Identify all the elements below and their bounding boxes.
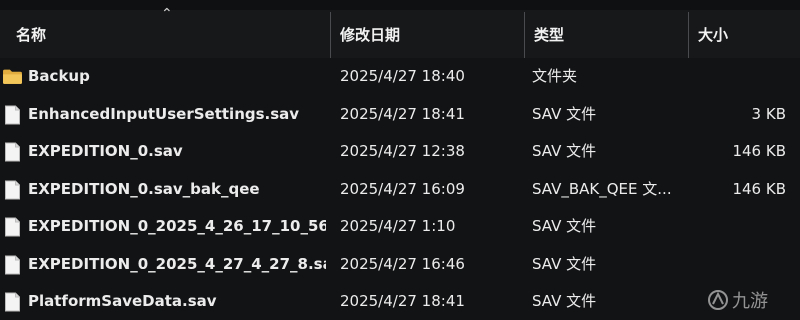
file-icon	[5, 255, 20, 274]
file-date: 2025/4/27 18:41	[340, 104, 465, 123]
file-name: EXPEDITION_0.sav_bak_qee	[28, 179, 260, 198]
file-row[interactable]: EXPEDITION_0_2025_4_27_4_27_8.sav 2025/4…	[0, 246, 800, 284]
file-size: 146 KB	[732, 179, 786, 198]
file-date: 2025/4/27 12:38	[340, 142, 465, 160]
file-type: SAV_BAK_QEE 文...	[532, 179, 672, 198]
file-row[interactable]: EXPEDITION_0.sav 2025/4/27 12:38 SAV 文件 …	[0, 133, 800, 171]
file-name: EXPEDITION_0_2025_4_27_4_27_8.sav	[28, 254, 326, 273]
file-type: SAV 文件	[532, 292, 597, 310]
file-name: EXPEDITION_0.sav	[28, 142, 183, 160]
file-row[interactable]: EXPEDITION_0_2025_4_26_17_10_56.s... 202…	[0, 208, 800, 246]
file-size	[690, 208, 786, 246]
file-size	[690, 58, 786, 96]
file-date: 2025/4/27 18:40	[340, 67, 465, 85]
file-name: PlatformSaveData.sav	[28, 292, 217, 310]
file-type: SAV 文件	[532, 217, 597, 235]
file-name: EnhancedInputUserSettings.sav	[28, 104, 300, 123]
folder-icon	[3, 69, 22, 84]
column-header-name[interactable]: 名称	[8, 20, 330, 50]
watermark-text: 九游	[732, 291, 768, 312]
column-divider[interactable]	[688, 12, 689, 58]
file-type: SAV 文件	[532, 142, 597, 160]
file-type: SAV 文件	[532, 104, 597, 123]
file-list: Backup 2025/4/27 18:40 文件夹 EnhancedInput…	[0, 58, 800, 320]
file-type: SAV 文件	[532, 254, 597, 273]
column-header-size[interactable]: 大小	[690, 20, 800, 50]
file-row[interactable]: PlatformSaveData.sav 2025/4/27 18:41 SAV…	[0, 283, 800, 320]
file-date: 2025/4/27 18:41	[340, 292, 465, 310]
file-size: 146 KB	[732, 142, 786, 160]
file-explorer-window: ⌃ 名称 修改日期 类型 大小 Backup 2025/4/27 18:40 文…	[0, 0, 800, 320]
file-name: EXPEDITION_0_2025_4_26_17_10_56.s...	[28, 217, 326, 235]
file-size: 3 KB	[751, 104, 786, 123]
file-size	[690, 246, 786, 284]
file-date: 2025/4/27 1:10	[340, 217, 456, 235]
watermark-logo: 九游	[708, 290, 768, 312]
column-header-type[interactable]: 类型	[526, 20, 688, 50]
file-icon	[5, 217, 20, 237]
file-type: 文件夹	[532, 67, 578, 85]
column-header-date[interactable]: 修改日期	[332, 20, 524, 50]
file-icon	[5, 105, 20, 124]
header-top-strip	[0, 0, 800, 10]
file-icon	[5, 292, 20, 312]
column-header-bar: ⌃ 名称 修改日期 类型 大小	[0, 0, 800, 58]
column-divider[interactable]	[330, 12, 331, 58]
file-icon	[5, 142, 20, 162]
file-row[interactable]: EnhancedInputUserSettings.sav 2025/4/27 …	[0, 96, 800, 134]
file-row[interactable]: Backup 2025/4/27 18:40 文件夹	[0, 58, 800, 96]
file-row[interactable]: EXPEDITION_0.sav_bak_qee 2025/4/27 16:09…	[0, 171, 800, 209]
file-date: 2025/4/27 16:46	[340, 254, 465, 273]
column-divider[interactable]	[524, 12, 525, 58]
file-date: 2025/4/27 16:09	[340, 179, 465, 198]
file-name: Backup	[28, 67, 90, 85]
file-icon	[5, 180, 20, 199]
